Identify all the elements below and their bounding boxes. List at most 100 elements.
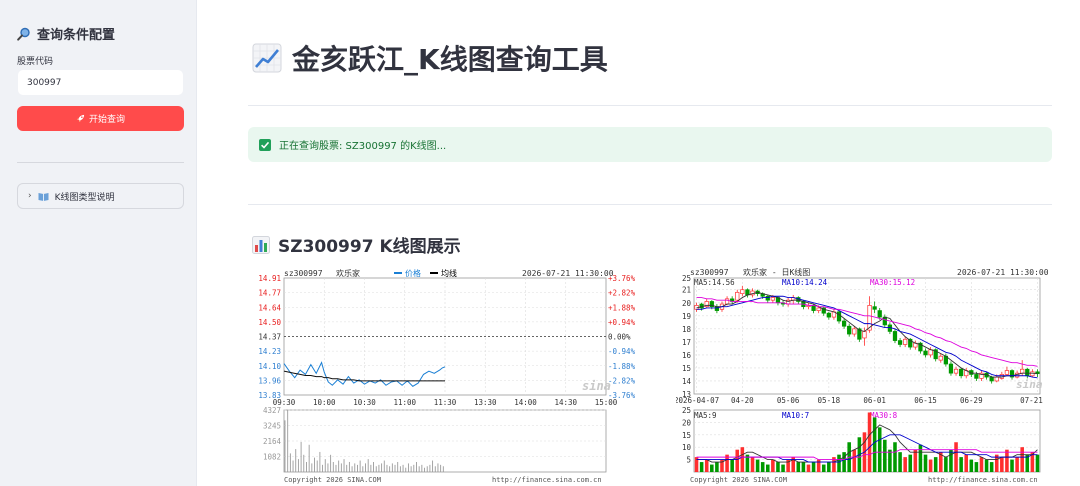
candle-body bbox=[1004, 370, 1010, 375]
kline-vol-tick: 5 bbox=[686, 456, 691, 465]
kline-vol-bar bbox=[710, 464, 714, 472]
intraday-x-tick: 10:00 bbox=[313, 398, 336, 407]
candle-body bbox=[897, 340, 903, 345]
kline-vol-bar bbox=[979, 457, 984, 472]
kline-vol-bar bbox=[908, 454, 913, 472]
kline-vol-bar bbox=[765, 464, 770, 472]
candle-body bbox=[852, 328, 857, 335]
kline-vol-bar bbox=[771, 459, 775, 472]
legend-avg-text: 均线 bbox=[441, 268, 457, 278]
candle-body bbox=[892, 331, 898, 341]
kline-vol-bar bbox=[883, 439, 887, 472]
kline-x-tick: 2026-04-07 bbox=[676, 396, 719, 405]
intraday-x-tick: 13:30 bbox=[474, 398, 497, 407]
kline-vol-tick: 25 bbox=[682, 406, 691, 415]
kline-vol-bar bbox=[806, 464, 811, 472]
candle-body bbox=[847, 325, 852, 335]
kline-ma5-label: MA5:14.56 bbox=[694, 278, 735, 287]
kline-y-tick: 17 bbox=[682, 338, 691, 347]
intraday-name: 欢乐家 bbox=[336, 268, 360, 278]
kline-vol-bar bbox=[699, 462, 704, 472]
candle-body bbox=[938, 355, 943, 361]
intraday-y-tick: 14.77 bbox=[258, 289, 281, 298]
intraday-x-tick: 11:00 bbox=[393, 398, 416, 407]
intraday-footer-left: Copyright 2026 SINA.COM bbox=[284, 476, 381, 484]
kline-footer-right: http://finance.sina.com.cn bbox=[928, 476, 1038, 484]
kline-y-tick: 25 bbox=[682, 274, 691, 283]
kline-vol-bar bbox=[821, 464, 826, 472]
kline-ma30-label: MA30:15.12 bbox=[870, 278, 915, 287]
intraday-pct-tick: +1.88% bbox=[608, 303, 636, 312]
page-title-text: 金亥跃江_K线图查询工具 bbox=[292, 43, 608, 76]
intraday-pct-tick: +2.82% bbox=[608, 289, 636, 298]
kline-vol-bar bbox=[837, 454, 841, 472]
intraday-x-tick: 15:00 bbox=[595, 398, 618, 407]
candle-body bbox=[877, 310, 882, 318]
intraday-datetime: 2026-07-21 11:30:00 bbox=[522, 269, 614, 278]
kline-vol-bar bbox=[949, 449, 953, 472]
kline-vol-bar bbox=[730, 459, 734, 472]
candle-body bbox=[862, 331, 867, 339]
section-title-text: SZ300997 K线图展示 bbox=[278, 237, 461, 257]
kline-x-tick: 06-01 bbox=[863, 396, 886, 405]
candle-body bbox=[1025, 368, 1030, 377]
kline-datetime: 2026-07-21 11:30:00 bbox=[957, 268, 1049, 277]
kline-vol-bar bbox=[918, 444, 923, 472]
kline-vol-bar bbox=[944, 457, 948, 472]
kline-vol-bar bbox=[928, 459, 933, 472]
candle-body bbox=[923, 350, 928, 356]
candle-body bbox=[903, 338, 908, 345]
kline-x-tick: 06-15 bbox=[914, 396, 937, 405]
divider-top bbox=[248, 105, 1052, 106]
intraday-pct-tick: +3.76% bbox=[608, 274, 636, 283]
kline-vol-bar bbox=[796, 462, 801, 472]
kline-vol-bar bbox=[827, 462, 831, 472]
kline-vol-bar bbox=[1035, 454, 1040, 472]
intraday-footer-right: http://finance.sina.com.cn bbox=[492, 476, 602, 484]
page-title: 金亥跃江_K线图查询工具 bbox=[252, 38, 608, 78]
intraday-pct-tick: -0.94% bbox=[608, 347, 636, 356]
kline-vol-tick: 10 bbox=[682, 443, 692, 452]
candle-body bbox=[724, 298, 730, 305]
kline-vol-bar bbox=[755, 459, 760, 472]
intraday-vol-tick: 3245 bbox=[263, 422, 281, 431]
intraday-y-tick: 14.10 bbox=[258, 362, 281, 371]
kline-vol-bar bbox=[954, 442, 958, 472]
kline-x-tick: 04-20 bbox=[731, 396, 754, 405]
kline-footer-left: Copyright 2026 SINA.COM bbox=[690, 476, 787, 484]
kline-y-tick: 19 bbox=[682, 312, 691, 321]
candle-body bbox=[974, 374, 979, 379]
kline-vol-bar bbox=[933, 457, 938, 472]
kline-vol-bar bbox=[1015, 457, 1019, 472]
kline-vol-bar bbox=[989, 462, 994, 472]
candle-body bbox=[953, 368, 959, 374]
kline-vol-bar bbox=[852, 449, 857, 472]
kline-vol-bar bbox=[1000, 457, 1004, 472]
kline-vol-bar bbox=[776, 462, 780, 472]
kline-vol-bar bbox=[877, 427, 882, 472]
kline-vol-tick: 20 bbox=[682, 418, 692, 427]
candle-body bbox=[1020, 368, 1025, 374]
start-query-button[interactable]: 开始查询 bbox=[17, 106, 184, 131]
kline-vol-bar bbox=[984, 459, 989, 472]
intraday-pct-tick: -1.88% bbox=[608, 362, 636, 371]
intraday-x-tick: 14:00 bbox=[514, 398, 537, 407]
kline-vol-bar bbox=[811, 462, 816, 472]
bar-chart-icon bbox=[252, 235, 270, 254]
intraday-y-tick: 14.37 bbox=[258, 333, 281, 342]
kline-x-tick: 07-21 bbox=[1020, 396, 1043, 405]
expander-label: K线图类型说明 bbox=[54, 192, 115, 203]
kline-ma10-label: MA10:14.24 bbox=[782, 278, 828, 287]
intraday-code: sz300997 bbox=[284, 269, 323, 278]
stock-code-input[interactable] bbox=[17, 69, 184, 96]
candle-body bbox=[959, 368, 964, 377]
candle-body bbox=[841, 320, 847, 327]
chart-types-expander[interactable]: › K线图类型说明 bbox=[17, 183, 184, 209]
kline-vol-bar bbox=[750, 457, 755, 472]
kline-vol-bar bbox=[1020, 447, 1024, 472]
kline-y-tick: 14 bbox=[682, 377, 692, 386]
kline-y-tick: 18 bbox=[682, 325, 692, 334]
kline-code: sz300997 bbox=[690, 268, 729, 277]
success-alert: 正在查询股票: SZ300997 的K线图... bbox=[248, 127, 1052, 162]
kline-vol-ma5-label: MA5:9 bbox=[694, 411, 717, 420]
